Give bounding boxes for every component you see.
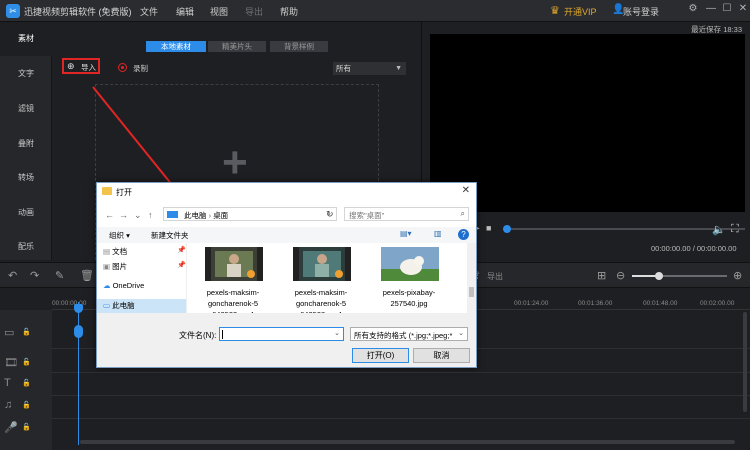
file-name-line: pexels-maksim- bbox=[206, 288, 260, 297]
filename-input[interactable]: ⌄ bbox=[219, 327, 344, 341]
chevron-down-icon[interactable]: ⌄ bbox=[334, 329, 340, 337]
pin-icon[interactable]: 📌 bbox=[177, 246, 186, 254]
file-item[interactable]: pexels-maksim- goncharenok-5 642528.mp4 bbox=[279, 243, 363, 319]
video-thumbnail bbox=[205, 247, 263, 281]
file-list-scroll-thumb[interactable] bbox=[469, 287, 474, 297]
navigation-pane: ▤ 文档 📌 ▣ 图片 📌 ☁ OneDrive ▭ 此电脑 bbox=[97, 243, 187, 313]
computer-icon: ▭ bbox=[103, 301, 113, 310]
file-item[interactable]: pexels-pixabay- 257540.jpg bbox=[367, 243, 451, 313]
file-type-select[interactable]: 所有支持的格式 (*.jpg;*.jpeg;* ⌄ bbox=[350, 327, 468, 341]
file-type-value: 所有支持的格式 (*.jpg;*.jpeg;* bbox=[354, 331, 453, 340]
file-list-scrollbar[interactable] bbox=[467, 243, 476, 313]
breadcrumb-this-pc[interactable]: 此电脑 bbox=[184, 211, 207, 220]
cancel-button[interactable]: 取消 bbox=[413, 348, 470, 363]
back-icon[interactable]: ← bbox=[105, 210, 114, 220]
file-name-line: pexels-maksim- bbox=[294, 288, 348, 297]
nav-item-documents[interactable]: ▤ 文档 bbox=[103, 246, 127, 257]
file-name-line: 257540.jpg bbox=[390, 299, 428, 308]
filename-label: 文件名(N): bbox=[179, 331, 217, 340]
text-caret bbox=[222, 330, 223, 339]
open-file-dialog: 打开 ✕ ← → ⌄ ↑ 此电脑 › 桌面 ⌄ ↻ 搜索"桌面" ⌕ 组织 ▾ … bbox=[96, 182, 477, 368]
dialog-footer: 文件名(N): ⌄ 所有支持的格式 (*.jpg;*.jpeg;* ⌄ 打开(O… bbox=[97, 313, 476, 367]
help-icon[interactable]: ? bbox=[458, 229, 469, 240]
organize-button[interactable]: 组织 ▾ bbox=[109, 230, 130, 241]
nav-item-this-pc[interactable]: ▭ 此电脑 bbox=[97, 299, 186, 313]
cloud-icon: ☁ bbox=[103, 281, 113, 290]
folder-icon bbox=[102, 187, 112, 195]
picture-icon: ▣ bbox=[103, 262, 113, 271]
search-icon: ⌕ bbox=[460, 209, 465, 218]
file-name-line: goncharenok-5 bbox=[207, 299, 259, 308]
file-name-line: pexels-pixabay- bbox=[382, 288, 436, 297]
new-folder-button[interactable]: 新建文件夹 bbox=[151, 230, 189, 241]
breadcrumb-desktop[interactable]: 桌面 bbox=[213, 211, 228, 220]
refresh-icon[interactable]: ↻ bbox=[326, 209, 334, 220]
file-list: pexels-maksim- goncharenok-5 642523.mp4 … bbox=[191, 243, 469, 319]
document-icon: ▤ bbox=[103, 247, 113, 256]
preview-pane-icon[interactable]: ▥ bbox=[434, 229, 442, 238]
file-item[interactable]: pexels-maksim- goncharenok-5 642523.mp4 bbox=[191, 243, 275, 319]
pin-icon[interactable]: 📌 bbox=[177, 261, 186, 269]
file-name-line: goncharenok-5 bbox=[295, 299, 347, 308]
recent-chevron-icon[interactable]: ⌄ bbox=[134, 210, 142, 221]
chevron-down-icon: ⌄ bbox=[458, 330, 464, 337]
forward-icon[interactable]: → bbox=[119, 210, 128, 220]
image-thumbnail bbox=[381, 247, 439, 281]
nav-item-onedrive[interactable]: ☁ OneDrive bbox=[103, 281, 144, 290]
address-bar[interactable]: 此电脑 › 桌面 ⌄ bbox=[163, 207, 337, 221]
view-options-icon[interactable]: ▤▾ bbox=[400, 229, 412, 238]
dialog-close-icon[interactable]: ✕ bbox=[462, 185, 470, 196]
open-button[interactable]: 打开(O) bbox=[352, 348, 409, 363]
dialog-title: 打开 bbox=[116, 188, 132, 197]
dialog-toolbar: 组织 ▾ 新建文件夹 ▤▾ ▥ ? bbox=[97, 227, 476, 243]
nav-item-pictures[interactable]: ▣ 图片 bbox=[103, 261, 127, 272]
search-placeholder: 搜索"桌面" bbox=[349, 211, 385, 220]
search-input[interactable]: 搜索"桌面" ⌕ bbox=[344, 207, 469, 221]
video-thumbnail bbox=[293, 247, 351, 281]
up-icon[interactable]: ↑ bbox=[148, 210, 153, 220]
computer-icon bbox=[167, 211, 178, 218]
